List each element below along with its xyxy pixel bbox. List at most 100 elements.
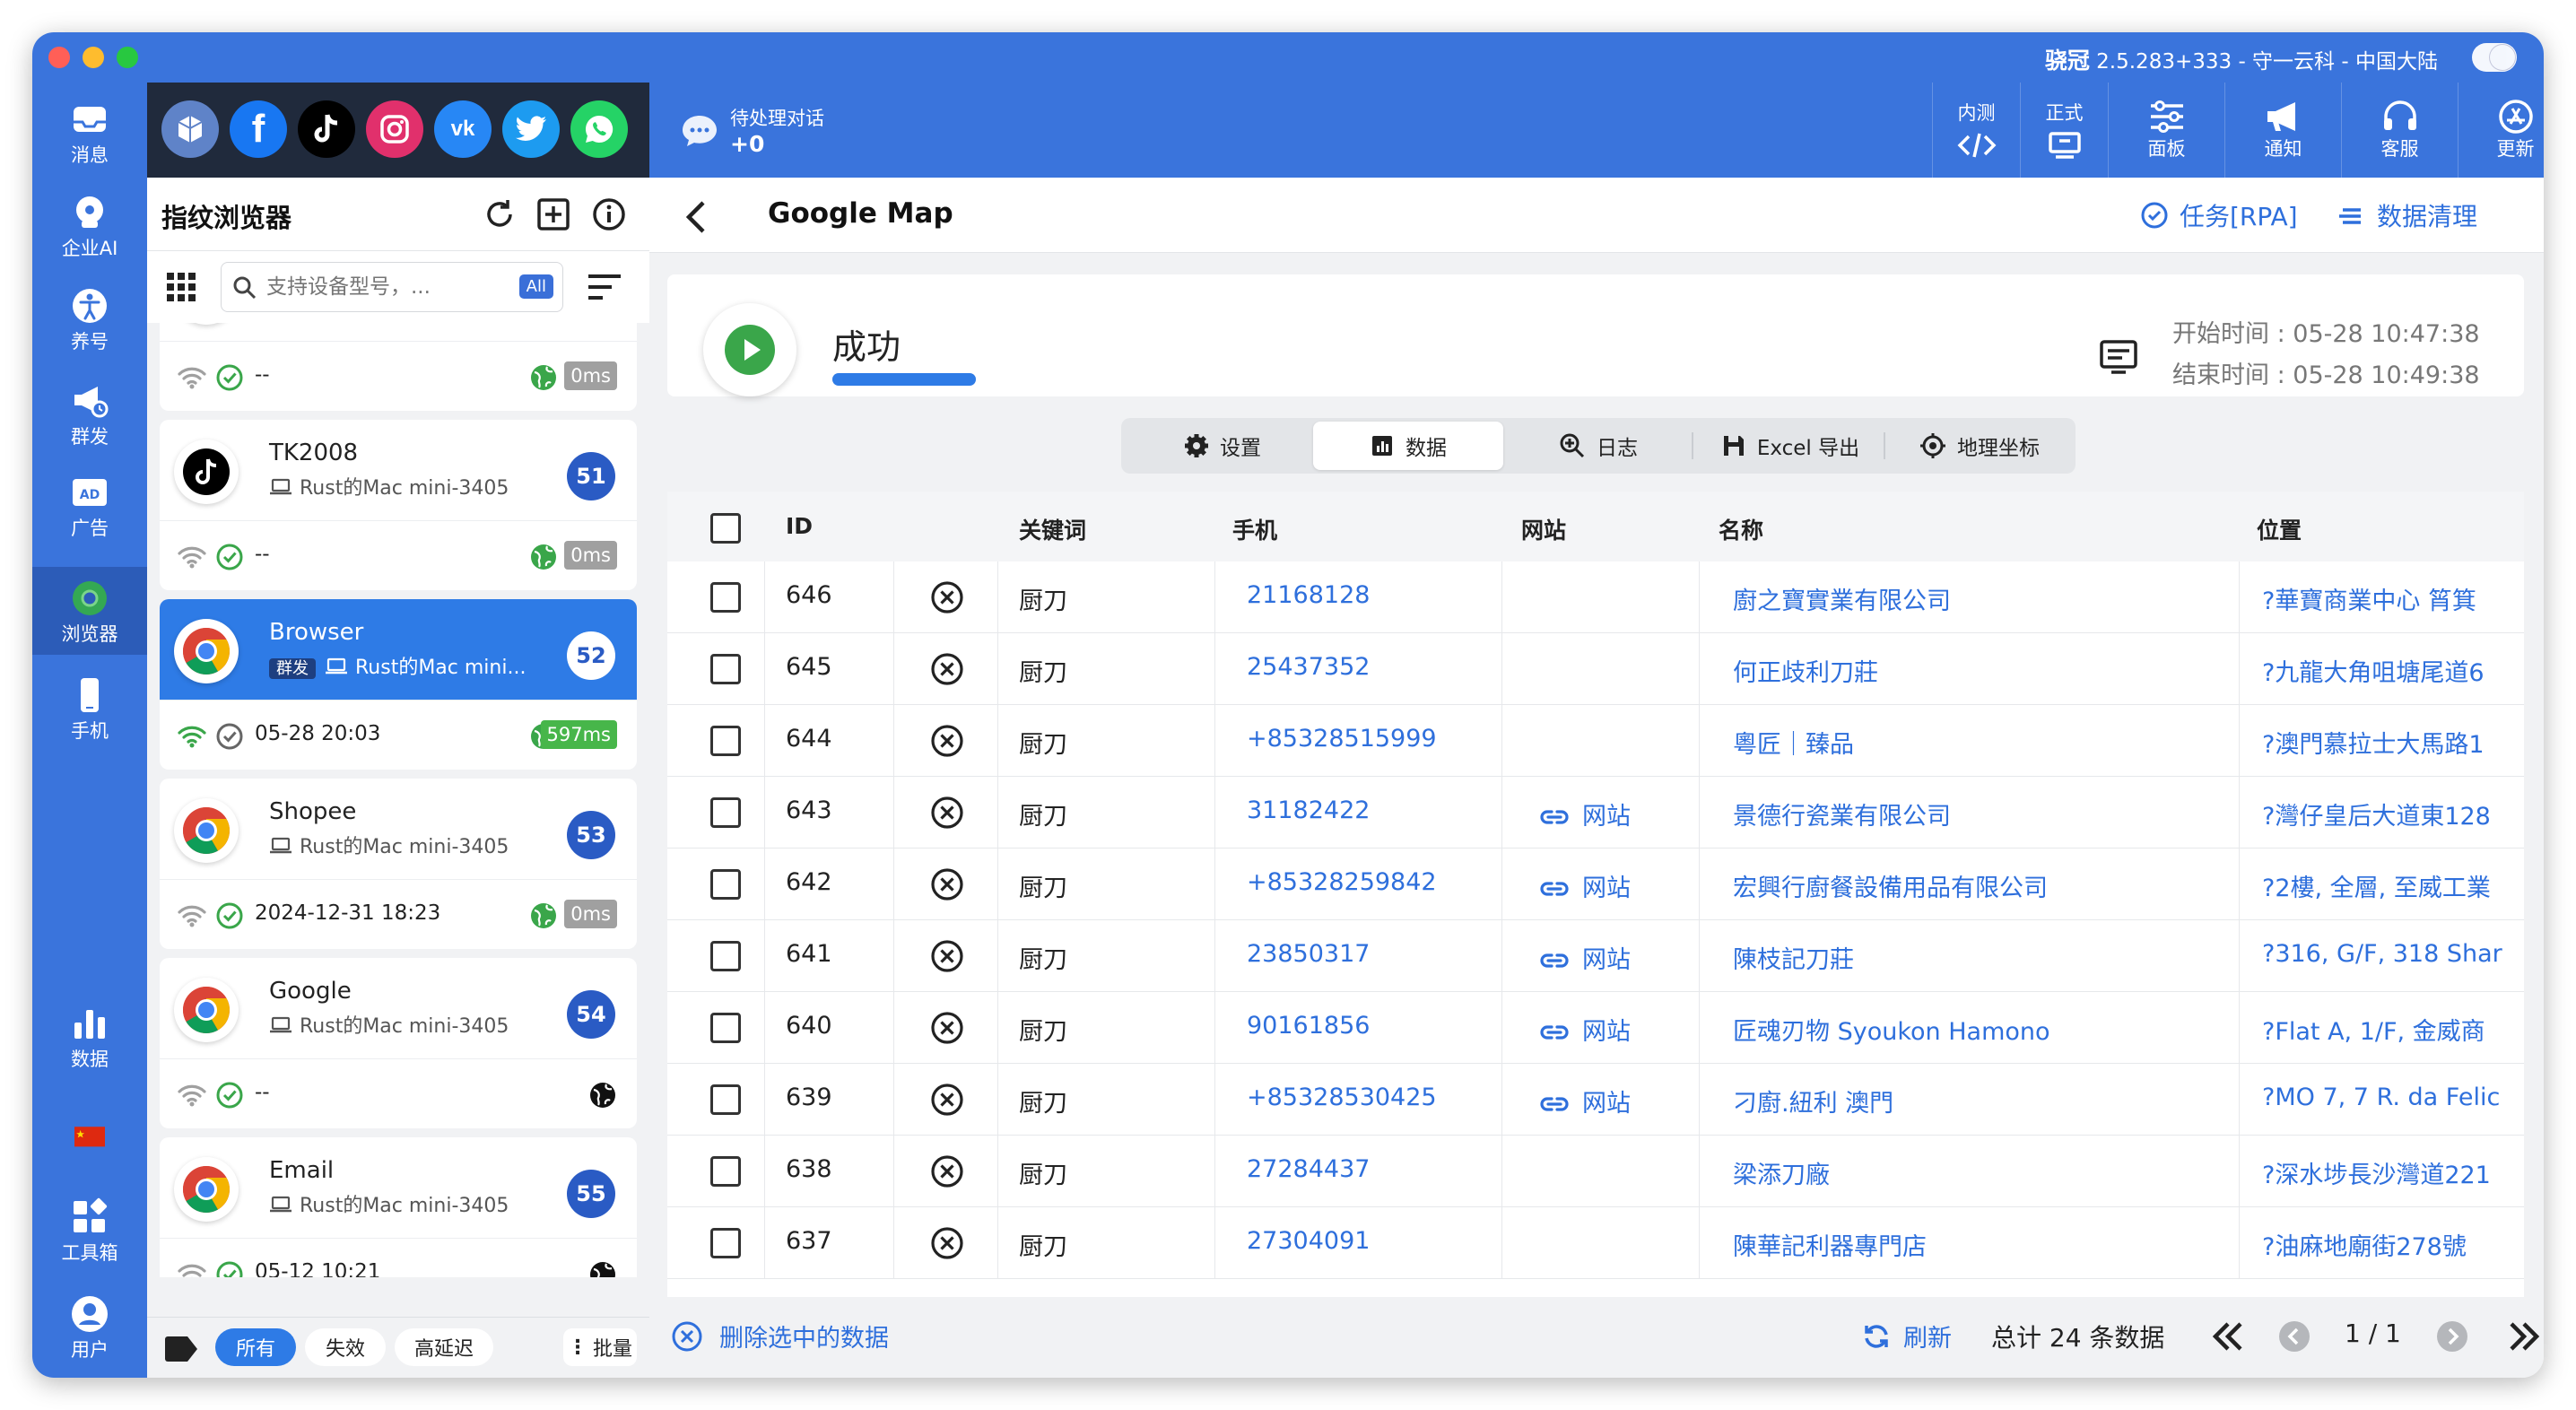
delete-selected-button[interactable]: 删除选中的数据 (671, 1319, 889, 1353)
refresh-button[interactable]: 刷新 (1862, 1319, 1952, 1353)
nav-item-messages[interactable]: 消息 (32, 90, 147, 172)
row-checkbox[interactable] (710, 941, 741, 971)
row-checkbox[interactable] (710, 582, 741, 613)
delete-row-icon[interactable] (929, 651, 965, 687)
vk-icon[interactable]: vk (434, 100, 492, 158)
nav-item-phone[interactable]: 手机 (32, 666, 147, 748)
profile-card[interactable]: Email Rust的Mac mini-3405 55 05-12 10:21 (160, 1137, 637, 1277)
delete-row-icon[interactable] (929, 579, 965, 615)
row-location[interactable]: ?Flat A, 1/F, 金威商 (2262, 1012, 2524, 1047)
row-checkbox[interactable] (710, 1084, 741, 1115)
row-website-link[interactable]: 网站 (1539, 868, 1631, 903)
delete-row-icon[interactable] (929, 723, 965, 759)
customer-service-button[interactable]: 客服 (2341, 83, 2458, 178)
filter-all-badge[interactable]: All (518, 274, 553, 299)
row-location[interactable]: ?油麻地廟街278號 (2262, 1227, 2524, 1262)
profile-card[interactable]: TK2008 Rust的Mac mini-3405 51 -- 0ms (160, 420, 637, 590)
row-name[interactable]: 陳華記利器專門店 (1733, 1227, 1927, 1262)
console-icon[interactable] (2099, 339, 2138, 375)
filter-all-button[interactable]: 所有 (215, 1328, 296, 1366)
row-checkbox[interactable] (710, 654, 741, 684)
row-website-link[interactable]: 网站 (1539, 1012, 1631, 1047)
table-row[interactable]: 643 厨刀 31182422 网站 景德行瓷業有限公司 ?灣仔皇后大道東128 (667, 777, 2524, 849)
row-name[interactable]: 刁廚.紐利 澳門 (1733, 1084, 1893, 1118)
delete-row-icon[interactable] (929, 1225, 965, 1261)
row-website-link[interactable]: 网站 (1539, 1084, 1631, 1118)
row-location[interactable]: ?澳門慕拉士大馬路1 (2262, 725, 2524, 760)
grid-view-icon[interactable] (165, 271, 197, 303)
row-name[interactable]: 宏興行廚餐設備用品有限公司 (1733, 868, 2048, 903)
row-website-link[interactable]: 网站 (1539, 796, 1631, 831)
nav-item-broadcast[interactable]: 群发 (32, 371, 147, 454)
delete-row-icon[interactable] (929, 1153, 965, 1189)
row-checkbox[interactable] (710, 726, 741, 756)
row-checkbox[interactable] (710, 797, 741, 828)
more-menu-icon[interactable]: ⋮ (2533, 196, 2544, 230)
beta-channel-button[interactable]: 内测 (1932, 83, 2020, 178)
tab-settings[interactable]: 设置 (1127, 422, 1318, 470)
table-row[interactable]: 639 厨刀 +85328530425 网站 刁廚.紐利 澳門 ?MO 7, 7 R. d… (667, 1064, 2524, 1136)
row-location[interactable]: ?深水埗長沙灣道221 (2262, 1155, 2524, 1190)
sort-icon[interactable] (587, 273, 622, 301)
row-name[interactable]: 匠魂刃物 Syoukon Hamono (1733, 1012, 2050, 1047)
last-page-icon[interactable] (2506, 1320, 2542, 1353)
data-cleanup-link[interactable]: 数据清理 (2336, 197, 2477, 233)
nav-item-user[interactable]: 用户 (32, 1284, 147, 1367)
browser-cube-icon[interactable] (161, 100, 219, 158)
row-location[interactable]: ?2樓, 全層, 至威工業 (2262, 868, 2524, 903)
nav-item-nurture[interactable]: 养号 (32, 276, 147, 359)
refresh-icon[interactable] (481, 196, 518, 233)
row-checkbox[interactable] (710, 1156, 741, 1187)
table-row[interactable]: 638 厨刀 27284437 梁添刀廠 ?深水埗長沙灣道221 (667, 1136, 2524, 1207)
tag-icon[interactable] (163, 1336, 199, 1362)
theme-toggle[interactable] (2472, 43, 2517, 72)
table-row[interactable]: 646 厨刀 21168128 廚之寶實業有限公司 ?華寶商業中心 筲箕 (667, 561, 2524, 633)
pending-chat-button[interactable] (680, 113, 719, 152)
row-phone[interactable]: 90161856 (1247, 1012, 1370, 1040)
nav-item-browser[interactable]: 浏览器 (32, 567, 147, 655)
row-phone[interactable]: 27304091 (1247, 1227, 1370, 1255)
row-name[interactable]: 廚之寶實業有限公司 (1733, 581, 1951, 616)
nav-item-ads[interactable]: AD 广告 (32, 463, 147, 545)
delete-row-icon[interactable] (929, 938, 965, 974)
row-phone[interactable]: 31182422 (1247, 796, 1370, 824)
row-location[interactable]: ?華寶商業中心 筲箕 (2262, 581, 2524, 616)
batch-button[interactable]: ⋮ 批量 (563, 1328, 637, 1366)
info-icon[interactable] (590, 196, 628, 233)
row-website-link[interactable]: 网站 (1539, 940, 1631, 975)
row-phone[interactable]: +85328259842 (1247, 868, 1437, 896)
close-window-button[interactable] (48, 47, 70, 68)
whatsapp-icon[interactable] (570, 100, 628, 158)
filter-high-latency-button[interactable]: 高延迟 (395, 1328, 493, 1366)
row-name[interactable]: 何正歧利刀莊 (1733, 653, 1878, 688)
profile-card[interactable]: Google Rust的Mac mini-3405 54 -- (160, 958, 637, 1128)
run-button[interactable] (703, 303, 796, 396)
row-location[interactable]: ?MO 7, 7 R. da Felic (2262, 1084, 2524, 1111)
next-page-icon[interactable] (2436, 1320, 2468, 1353)
row-phone[interactable]: +85328515999 (1247, 725, 1437, 753)
table-row[interactable]: 645 厨刀 25437352 何正歧利刀莊 ?九龍大角咀塘尾道6 (667, 633, 2524, 705)
table-row[interactable]: 642 厨刀 +85328259842 网站 宏興行廚餐設備用品有限公司 ?2樓, 全層,… (667, 849, 2524, 920)
row-location[interactable]: ?灣仔皇后大道東128 (2262, 796, 2524, 831)
instagram-icon[interactable] (366, 100, 423, 158)
profile-card[interactable]: Shopee Rust的Mac mini-3405 53 2024-12-31 18:… (160, 779, 637, 949)
minimize-window-button[interactable] (83, 47, 104, 68)
profile-card[interactable]: Rust的Mac mini-3405 -- 0ms (160, 323, 637, 411)
delete-row-icon[interactable] (929, 1082, 965, 1118)
delete-row-icon[interactable] (929, 1010, 965, 1046)
row-name[interactable]: 梁添刀廠 (1733, 1155, 1830, 1190)
table-row[interactable]: 641 厨刀 23850317 网站 陳枝記刀莊 ?316, G/F, 318 Shar (667, 920, 2524, 992)
prev-page-icon[interactable] (2278, 1320, 2311, 1353)
notification-button[interactable]: 通知 (2224, 83, 2341, 178)
delete-row-icon[interactable] (929, 866, 965, 902)
row-location[interactable]: ?九龍大角咀塘尾道6 (2262, 653, 2524, 688)
tab-data[interactable]: 数据 (1313, 422, 1503, 470)
row-location[interactable]: ?316, G/F, 318 Shar (2262, 940, 2524, 968)
search-input[interactable] (266, 274, 491, 300)
table-row[interactable]: 637 厨刀 27304091 陳華記利器專門店 ?油麻地廟街278號 (667, 1207, 2524, 1279)
nav-item-region-flag[interactable] (32, 1121, 147, 1170)
twitter-icon[interactable] (502, 100, 560, 158)
row-phone[interactable]: 25437352 (1247, 653, 1370, 681)
row-name[interactable]: 粵匠｜臻品 (1733, 725, 1854, 760)
row-phone[interactable]: 23850317 (1247, 940, 1370, 968)
